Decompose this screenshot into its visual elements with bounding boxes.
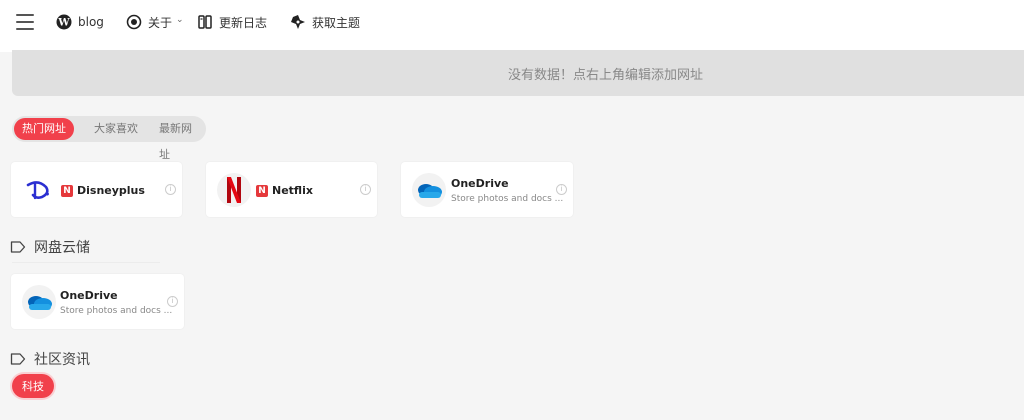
changelog-icon [198,15,212,29]
nav-blog[interactable]: W blog [56,0,104,44]
card-title-line: N Disneyplus [61,184,145,197]
nav-changelog-label: 更新日志 [219,15,268,30]
section-title: 社区资讯 [34,352,90,368]
nav-about[interactable]: 关于 ⌄ [126,0,184,44]
nav-get-theme-label: 获取主题 [312,15,361,30]
nav-about-label: 关于 [148,15,173,30]
disneyplus-logo-icon [23,174,55,206]
card-title: Disneyplus [77,184,145,197]
tag-icon [10,353,26,365]
theme-icon [291,15,305,29]
card-title: Netflix [272,184,313,197]
section-title: 网盘云储 [34,240,90,256]
tag-tech[interactable]: 科技 [12,374,54,398]
card-description: Store photos and docs ... [60,306,173,316]
empty-notice: 没有数据！点右上角编辑添加网址 [12,50,1024,96]
tab-hot[interactable]: 热门网址 [14,118,74,140]
onedrive-logo-icon [22,285,56,319]
n-badge: N [256,185,268,197]
info-icon[interactable]: i [167,296,178,307]
nav-get-theme[interactable]: 获取主题 [290,0,360,44]
netflix-logo-icon [217,173,251,207]
card-title: OneDrive [451,177,509,190]
card-description: Store photos and docs ... [451,194,564,204]
section-heading-cloud: 网盘云储 [10,237,90,257]
tag-icon [10,241,26,253]
site-card-disneyplus[interactable]: N Disneyplus i [11,162,182,217]
card-title: OneDrive [60,289,118,302]
chevron-down-icon: ⌄ [176,15,184,25]
section-heading-community: 社区资讯 [10,349,90,369]
onedrive-logo-icon [412,173,446,207]
nav-blog-label: blog [78,15,104,29]
info-icon[interactable]: i [165,184,176,195]
tab-latest[interactable]: 最新网址 [149,116,206,161]
nav-changelog[interactable]: 更新日志 [197,0,267,44]
tab-popular[interactable]: 大家喜欢 [84,116,148,142]
top-navbar: W blog 关于 ⌄ 更新日志 获取主题 [0,0,1024,52]
empty-notice-text: 没有数据！点右上角编辑添加网址 [507,67,703,83]
site-card-onedrive[interactable]: OneDrive Store photos and docs ... i [401,162,573,217]
site-card-onedrive-cloud[interactable]: OneDrive Store photos and docs ... i [11,274,184,329]
site-card-netflix[interactable]: N Netflix i [206,162,377,217]
svg-text:W: W [57,18,70,29]
target-icon [126,14,142,30]
info-icon[interactable]: i [360,184,371,195]
hamburger-menu-icon[interactable] [16,14,34,30]
tab-group: 热门网址 大家喜欢 最新网址 [12,116,206,161]
n-badge: N [61,185,73,197]
card-title-line: N Netflix [256,184,313,197]
wordpress-icon: W [56,14,72,30]
section-divider [12,262,160,263]
info-icon[interactable]: i [556,184,567,195]
